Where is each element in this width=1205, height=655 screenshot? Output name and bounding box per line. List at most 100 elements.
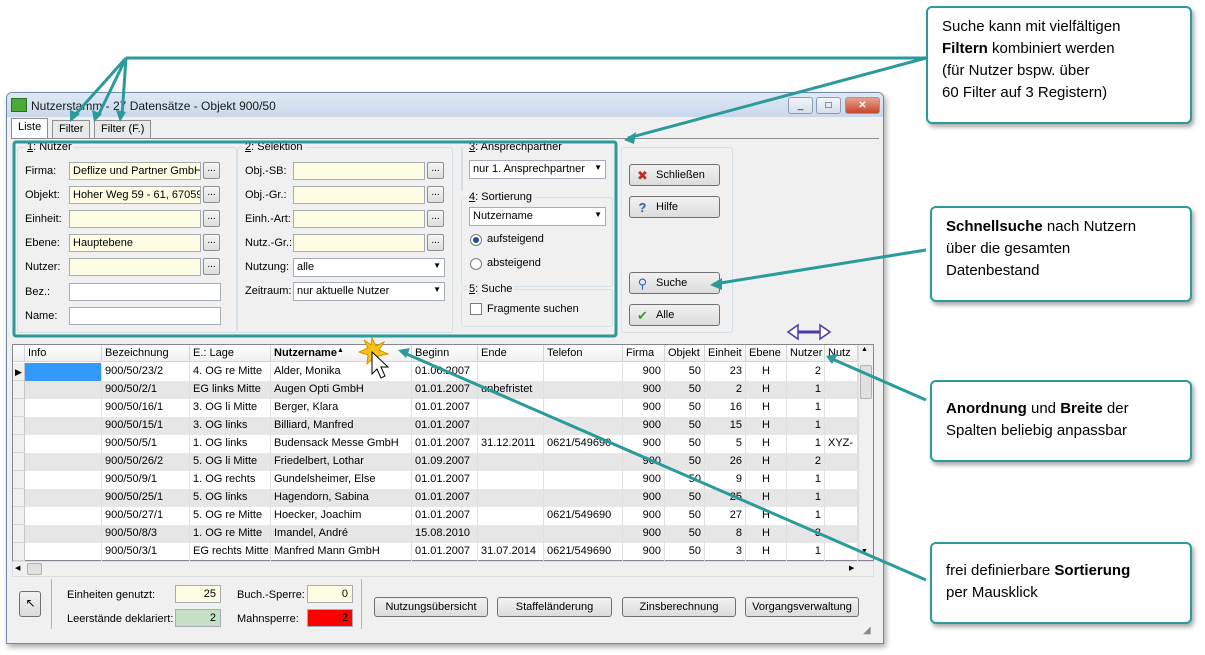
cell-ende[interactable] bbox=[478, 471, 544, 489]
row-indicator[interactable] bbox=[13, 489, 25, 507]
col-ende[interactable]: Ende bbox=[478, 345, 544, 362]
col-telefon[interactable]: Telefon bbox=[544, 345, 623, 362]
cell-nutz[interactable]: XYZ- bbox=[825, 435, 858, 453]
cell-bezeichnung[interactable]: 900/50/5/1 bbox=[102, 435, 190, 453]
close-button[interactable]: ✕ bbox=[845, 97, 880, 114]
current-row-indicator-icon[interactable]: ▶ bbox=[13, 363, 25, 381]
cell-bezeichnung[interactable]: 900/50/3/1 bbox=[102, 543, 190, 561]
cell-nutz[interactable] bbox=[825, 417, 858, 435]
row-indicator[interactable] bbox=[13, 381, 25, 399]
cell-telefon[interactable] bbox=[544, 363, 623, 381]
cell-ende[interactable] bbox=[478, 399, 544, 417]
row-indicator[interactable] bbox=[13, 525, 25, 543]
nutz-gr-field[interactable] bbox=[293, 234, 425, 252]
cell-einheit[interactable]: 25 bbox=[705, 489, 746, 507]
nutzer-browse-button[interactable]: ... bbox=[203, 258, 220, 275]
cell-bezeichnung[interactable]: 900/50/15/1 bbox=[102, 417, 190, 435]
cell-beginn[interactable]: 15.08.2010 bbox=[412, 525, 478, 543]
cell-firma[interactable]: 900 bbox=[623, 525, 665, 543]
cell-nutzer[interactable]: 2 bbox=[787, 363, 825, 381]
cell-firma[interactable]: 900 bbox=[623, 507, 665, 525]
cell-info[interactable] bbox=[25, 471, 102, 489]
row-indicator[interactable] bbox=[13, 399, 25, 417]
cell-info[interactable] bbox=[25, 381, 102, 399]
cell-nutzername[interactable]: Alder, Monika bbox=[271, 363, 412, 381]
cell-ebene[interactable]: H bbox=[746, 507, 787, 525]
cell-einheit[interactable]: 2 bbox=[705, 381, 746, 399]
table-row[interactable]: 900/50/3/1 EG rechts Mitte Manfred Mann Gm… bbox=[13, 543, 858, 561]
zeitraum-select[interactable]: nur aktuelle Nutzer ▼ bbox=[293, 282, 445, 301]
cell-objekt[interactable]: 50 bbox=[665, 381, 705, 399]
ansprechpartner-select[interactable]: nur 1. Ansprechpartner ▼ bbox=[469, 160, 606, 179]
cell-nutzer[interactable]: 1 bbox=[787, 399, 825, 417]
cell-nutz[interactable] bbox=[825, 507, 858, 525]
cell-lage[interactable]: 3. OG links bbox=[190, 417, 271, 435]
cell-firma[interactable]: 900 bbox=[623, 489, 665, 507]
nutzer-grid[interactable]: Info Bezeichnung E.: Lage Nutzername▲ Be… bbox=[12, 344, 874, 561]
cell-telefon[interactable] bbox=[544, 489, 623, 507]
cell-nutz[interactable] bbox=[825, 471, 858, 489]
cell-nutzer[interactable]: 1 bbox=[787, 471, 825, 489]
einheit-browse-button[interactable]: ... bbox=[203, 210, 220, 227]
cell-bezeichnung[interactable]: 900/50/25/1 bbox=[102, 489, 190, 507]
col-info[interactable]: Info bbox=[25, 345, 102, 362]
horizontal-scroll-thumb[interactable] bbox=[27, 563, 42, 575]
cell-lage[interactable]: 1. OG links bbox=[190, 435, 271, 453]
cell-firma[interactable]: 900 bbox=[623, 417, 665, 435]
cell-beginn[interactable]: 01.06.2007 bbox=[412, 363, 478, 381]
cell-info[interactable] bbox=[25, 435, 102, 453]
cell-nutzername[interactable]: Budensack Messe GmbH bbox=[271, 435, 412, 453]
einh-art-field[interactable] bbox=[293, 210, 425, 228]
pointer-tool-button[interactable]: ↖ bbox=[19, 591, 41, 617]
cell-nutzername[interactable]: Hoecker, Joachim bbox=[271, 507, 412, 525]
cell-firma[interactable]: 900 bbox=[623, 399, 665, 417]
cell-telefon[interactable] bbox=[544, 417, 623, 435]
einh-art-browse-button[interactable]: ... bbox=[427, 210, 444, 227]
cell-bezeichnung[interactable]: 900/50/16/1 bbox=[102, 399, 190, 417]
obj-sb-browse-button[interactable]: ... bbox=[427, 162, 444, 179]
cell-bezeichnung[interactable]: 900/50/9/1 bbox=[102, 471, 190, 489]
cell-telefon[interactable] bbox=[544, 453, 623, 471]
cell-lage[interactable]: 1. OG rechts bbox=[190, 471, 271, 489]
col-lage[interactable]: E.: Lage bbox=[190, 345, 271, 362]
cell-telefon[interactable] bbox=[544, 471, 623, 489]
cell-einheit[interactable]: 27 bbox=[705, 507, 746, 525]
cell-telefon[interactable]: 0621/549690 bbox=[544, 543, 623, 561]
cell-ebene[interactable]: H bbox=[746, 525, 787, 543]
objekt-field[interactable]: Hoher Weg 59 - 61, 67059 bbox=[69, 186, 201, 204]
cell-firma[interactable]: 900 bbox=[623, 453, 665, 471]
cell-lage[interactable]: 3. OG li Mitte bbox=[190, 399, 271, 417]
cell-nutz[interactable] bbox=[825, 525, 858, 543]
resize-grip-icon[interactable]: ◢ bbox=[863, 625, 871, 636]
cell-einheit[interactable]: 16 bbox=[705, 399, 746, 417]
cell-nutzer[interactable]: 1 bbox=[787, 489, 825, 507]
cell-ebene[interactable]: H bbox=[746, 399, 787, 417]
cell-beginn[interactable]: 01.09.2007 bbox=[412, 453, 478, 471]
cell-nutzer[interactable]: 1 bbox=[787, 435, 825, 453]
cell-beginn[interactable]: 01.01.2007 bbox=[412, 399, 478, 417]
table-row[interactable]: 900/50/5/1 1. OG links Budensack Messe Gmb… bbox=[13, 435, 858, 453]
cell-beginn[interactable]: 01.01.2007 bbox=[412, 507, 478, 525]
col-objekt[interactable]: Objekt bbox=[665, 345, 705, 362]
cell-objekt[interactable]: 50 bbox=[665, 417, 705, 435]
cell-nutz[interactable] bbox=[825, 453, 858, 471]
zinsberechnung-button[interactable]: Zinsberechnung bbox=[622, 597, 736, 617]
cell-lage[interactable]: 5. OG links bbox=[190, 489, 271, 507]
cell-einheit[interactable]: 8 bbox=[705, 525, 746, 543]
cell-bezeichnung[interactable]: 900/50/26/2 bbox=[102, 453, 190, 471]
cell-objekt[interactable]: 50 bbox=[665, 435, 705, 453]
cell-telefon[interactable]: 0621/549690 bbox=[544, 435, 623, 453]
nutzung-select[interactable]: alle ▼ bbox=[293, 258, 445, 277]
cell-ebene[interactable]: H bbox=[746, 381, 787, 399]
table-row[interactable]: 900/50/8/3 1. OG re Mitte Imandel, André 15… bbox=[13, 525, 858, 543]
cell-objekt[interactable]: 50 bbox=[665, 489, 705, 507]
cell-nutzer[interactable]: 3 bbox=[787, 525, 825, 543]
cell-nutzer[interactable]: 1 bbox=[787, 417, 825, 435]
row-indicator[interactable] bbox=[13, 471, 25, 489]
row-indicator[interactable] bbox=[13, 417, 25, 435]
cell-ebene[interactable]: H bbox=[746, 543, 787, 561]
cell-nutz[interactable] bbox=[825, 489, 858, 507]
table-row[interactable]: 900/50/16/1 3. OG li Mitte Berger, Klara 01… bbox=[13, 399, 858, 417]
cell-firma[interactable]: 900 bbox=[623, 363, 665, 381]
cell-telefon[interactable]: 0621/549690 bbox=[544, 507, 623, 525]
